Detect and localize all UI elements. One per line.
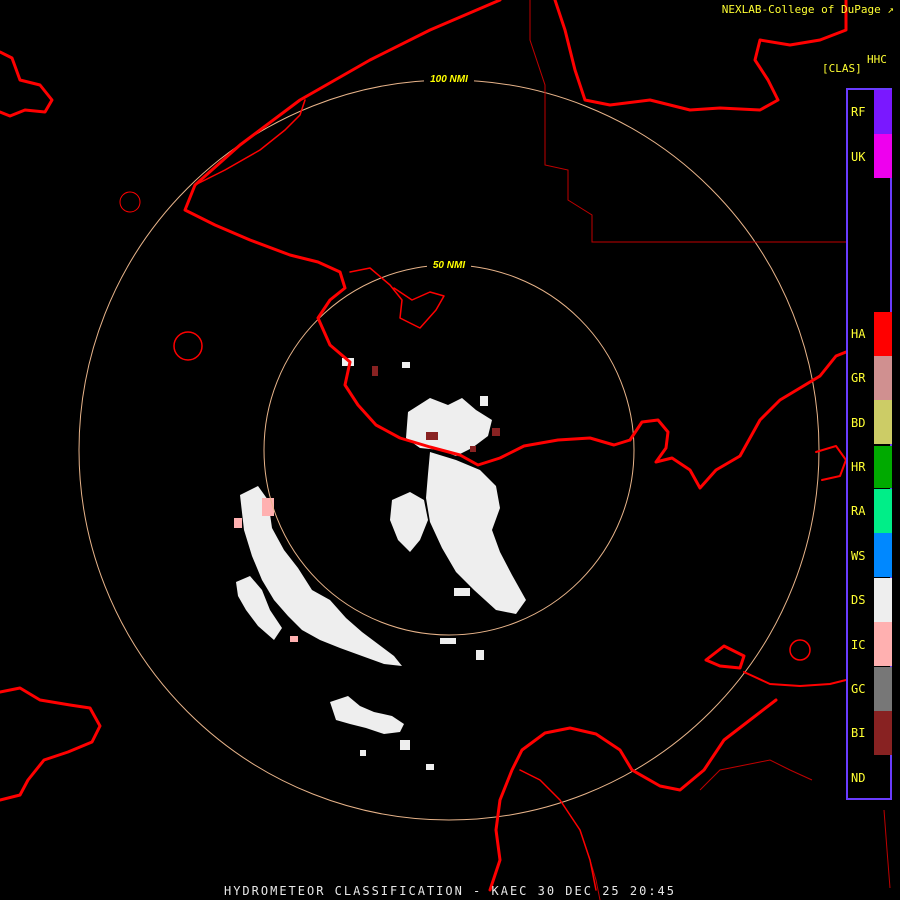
legend-title: [CLAS]: [822, 62, 862, 75]
range-ring-label-50nmi: 50 NMI: [433, 260, 465, 271]
echo-ice-crystal-cell: [290, 636, 298, 642]
echo-biological-cell: [372, 366, 378, 376]
legend-label-hr: HR: [851, 460, 866, 474]
legend-swatch-ds: [874, 578, 892, 622]
legend-swatch-ha: [874, 312, 892, 356]
boundary-lines: [529, 0, 891, 900]
legend-swatch-ws: [874, 533, 892, 577]
coastline-east: [628, 350, 848, 490]
coastline-island: [349, 267, 445, 329]
coastline-southwest: [0, 686, 102, 802]
echo-small-cell: [402, 362, 410, 368]
credit-text: NEXLAB-College of DuPage: [721, 3, 881, 16]
legend-label-ds: DS: [851, 593, 866, 607]
legend-label-gr: GR: [851, 371, 866, 385]
legend-label-bi: BI: [851, 726, 866, 740]
legend-label-rf: RF: [851, 105, 866, 119]
coastline-southeast-shore: [743, 671, 847, 687]
legend-swatch-gc: [874, 667, 892, 711]
coastline-south-peninsula: [488, 698, 778, 892]
product-title: HYDROMETEOR CLASSIFICATION - KAEC 30 DEC…: [223, 884, 676, 898]
border-line: [529, 0, 846, 243]
product-code: HHC: [867, 53, 887, 66]
legend-swatch-ic: [874, 622, 892, 666]
external-link-icon[interactable]: ↗: [887, 3, 894, 16]
legend-label-uk: UK: [851, 150, 866, 164]
border-line: [883, 809, 891, 889]
island-outline: [789, 639, 811, 661]
echo-small-cell: [400, 740, 410, 750]
echo-ice-crystal-cell: [262, 498, 274, 516]
legend-swatch-gr: [874, 356, 892, 400]
echo-small-cell: [480, 396, 488, 406]
radar-map: 100 NMI 50 NMI: [0, 0, 891, 900]
echo-biological-cell: [426, 432, 438, 440]
echo-small-cell: [440, 638, 456, 644]
precipitation-echoes: [236, 358, 526, 770]
coastline-east-lagoon: [815, 445, 847, 481]
range-ring-label-100nmi: 100 NMI: [430, 74, 468, 85]
echo-inner-spokes: [390, 492, 428, 552]
echo-ice-crystal-cell: [234, 518, 242, 528]
island-outline: [119, 191, 141, 213]
coastline-southeast: [704, 644, 746, 670]
legend-label-ws: WS: [851, 549, 866, 563]
echo-central-band: [426, 452, 526, 614]
echo-small-cell: [426, 764, 434, 770]
legend-swatch-rf: [874, 90, 892, 134]
coastline-south-inner: [519, 769, 597, 891]
legend-label-ha: HA: [851, 327, 866, 341]
coastline-northeast: [553, 0, 848, 112]
echo-north-cluster: [406, 398, 492, 456]
echo-biological-cell: [492, 428, 500, 436]
legend-swatch-ra: [874, 489, 892, 533]
echo-small-cell: [454, 588, 470, 596]
border-line: [699, 759, 813, 791]
coastlines: [0, 0, 848, 892]
legend-swatch-bi: [874, 711, 892, 755]
legend-swatch-uk: [874, 134, 892, 178]
legend-swatch-bd: [874, 400, 892, 444]
credit-label: NEXLAB-College of DuPage ↗: [722, 3, 894, 16]
legend-label-gc: GC: [851, 682, 866, 696]
legend-label-ic: IC: [851, 638, 866, 652]
legend-swatch-hr: [874, 446, 892, 488]
coastline-northwest: [0, 50, 54, 118]
island-outline: [173, 331, 203, 361]
echo-small-cell: [476, 650, 484, 660]
legend-label-ra: RA: [851, 504, 866, 518]
echo-biological-cell: [470, 446, 476, 452]
legend-label-nd: ND: [851, 771, 866, 785]
coastline-north: [183, 0, 632, 467]
legend-label-bd: BD: [851, 416, 866, 430]
echo-small-cell: [360, 750, 366, 756]
echo-south-cells: [330, 696, 404, 734]
